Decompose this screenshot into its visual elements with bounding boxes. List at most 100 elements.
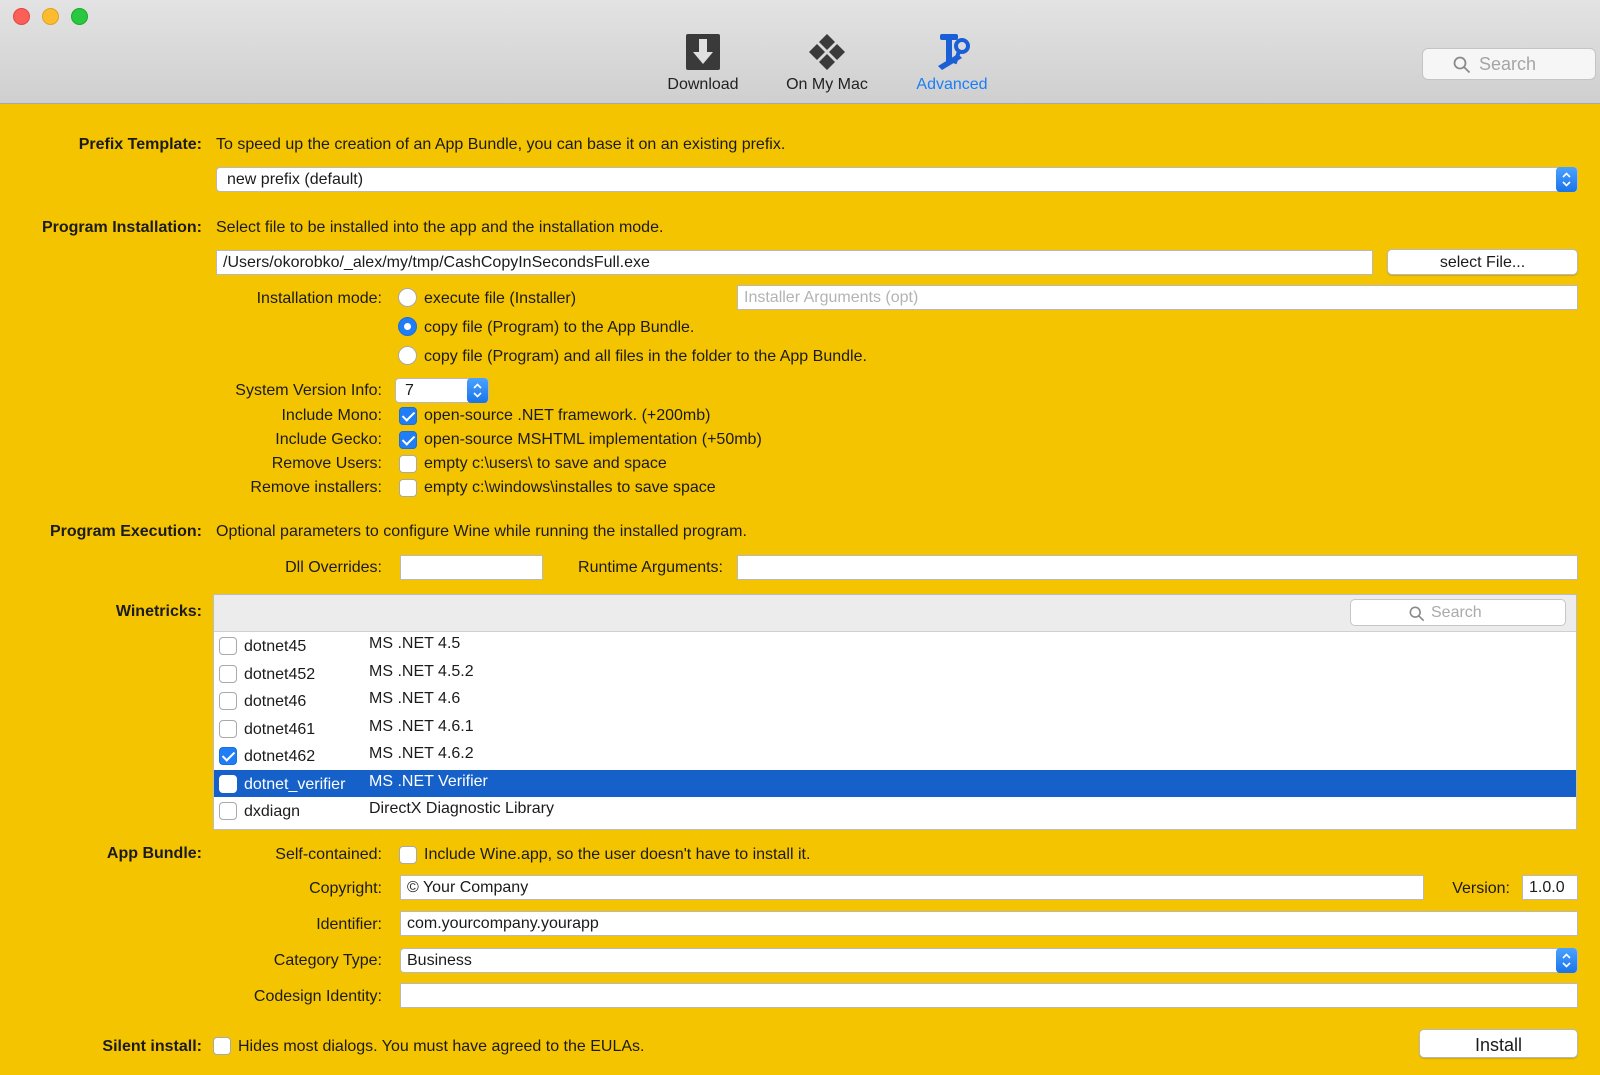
toolbar-advanced-label: Advanced — [916, 76, 988, 93]
toolbar-onmymac-button[interactable]: On My Mac — [782, 32, 872, 94]
winetricks-row[interactable]: dotnet462 MS .NET 4.6.2 — [214, 742, 1576, 770]
include-mono-text: open-source .NET framework. (+200mb) — [424, 407, 711, 424]
category-type-label: Category Type: — [273, 952, 382, 969]
include-gecko-checkbox[interactable] — [399, 431, 417, 449]
winetricks-row-description: MS .NET 4.6.2 — [369, 745, 474, 762]
system-version-label: System Version Info: — [235, 382, 382, 399]
winetricks-row-checkbox[interactable] — [219, 719, 237, 738]
winetricks-row-description: MS .NET 4.6 — [369, 690, 461, 707]
winetricks-row-description: MS .NET 4.5.2 — [369, 662, 474, 680]
identifier-label: Identifier: — [316, 916, 382, 933]
zoom-window-button[interactable] — [71, 8, 88, 25]
mode-execute-label: execute file (Installer) — [424, 290, 577, 307]
mode-radio-execute[interactable] — [398, 288, 417, 307]
select-file-button[interactable]: select File... — [1387, 249, 1578, 275]
identifier-field[interactable]: com.yourcompany.yourapp — [400, 911, 1578, 936]
mode-copy-folder-label: copy file (Program) and all files in the… — [424, 348, 867, 365]
system-version-value: 7 — [405, 382, 414, 399]
winetricks-label: Winetricks: — [115, 603, 202, 620]
remove-installers-label: Remove installers: — [250, 479, 382, 496]
remove-users-checkbox[interactable] — [399, 455, 417, 473]
winetricks-row-name: dotnet452 — [244, 665, 316, 683]
winetricks-row-checkbox[interactable] — [219, 637, 237, 655]
program-installation-description: Select file to be installed into the app… — [216, 219, 664, 236]
category-type-selected: Business — [407, 952, 472, 969]
winetricks-row-description: MS .NET Verifier — [369, 772, 488, 790]
program-installation-label: Program Installation: — [41, 219, 202, 236]
dll-overrides-label: Dll Overrides: — [285, 559, 382, 576]
self-contained-text: Include Wine.app, so the user doesn't ha… — [424, 846, 811, 863]
installer-arguments-field[interactable]: Installer Arguments (opt) — [737, 285, 1578, 310]
winetricks-row-name: dotnet45 — [244, 638, 307, 655]
close-window-button[interactable] — [13, 8, 30, 25]
self-contained-label: Self-contained: — [275, 846, 382, 863]
include-mono-checkbox[interactable] — [399, 407, 417, 425]
popup-arrows-icon — [467, 378, 488, 403]
winetricks-row[interactable]: dotnet461 MS .NET 4.6.1 — [214, 715, 1576, 743]
installation-mode-label: Installation mode: — [256, 290, 382, 307]
winetricks-row[interactable]: dotnet45 MS .NET 4.5 — [214, 632, 1576, 660]
install-file-path-field[interactable]: /Users/okorobko/_alex/my/tmp/CashCopyInS… — [216, 250, 1373, 275]
program-execution-label: Program Execution: — [49, 523, 202, 540]
mode-radio-copy-folder[interactable] — [398, 346, 417, 365]
system-version-popup[interactable]: 7 — [395, 378, 489, 403]
winetricks-row-selected[interactable]: dotnet_verifier MS .NET Verifier — [214, 769, 1576, 797]
app-bundle-label: App Bundle: — [106, 845, 202, 862]
toolbar-onmymac-label: On My Mac — [786, 76, 868, 93]
include-gecko-label: Include Gecko: — [275, 431, 382, 448]
silent-install-label: Silent install: — [102, 1038, 202, 1055]
winetricks-table: Search dotnet45 MS .NET 4.5 dotnet452 MS… — [213, 594, 1577, 830]
prefix-template-popup[interactable]: new prefix (default) — [216, 167, 1578, 192]
mode-radio-copy-program[interactable] — [398, 317, 417, 336]
download-icon — [686, 34, 720, 70]
category-type-popup[interactable]: Business — [400, 948, 1578, 973]
winetricks-row-name: dxdiagn — [244, 803, 301, 820]
remove-installers-checkbox[interactable] — [399, 479, 417, 497]
popup-arrows-icon — [1556, 167, 1577, 192]
silent-install-checkbox[interactable] — [213, 1037, 231, 1055]
self-contained-checkbox[interactable] — [399, 846, 417, 864]
copyright-field[interactable]: © Your Company — [400, 875, 1424, 900]
prefix-template-description: To speed up the creation of an App Bundl… — [216, 136, 786, 153]
search-icon — [1453, 56, 1471, 74]
install-button[interactable]: Install — [1419, 1029, 1578, 1058]
wine-diamond-icon — [809, 34, 845, 70]
mode-copy-program-label: copy file (Program) to the App Bundle. — [424, 319, 695, 336]
toolbar-advanced-button[interactable]: Advanced — [912, 32, 992, 94]
winetricks-row-description: MS .NET 4.6.1 — [369, 717, 474, 735]
winetricks-row[interactable]: dotnet46 MS .NET 4.6 — [214, 687, 1576, 715]
winetricks-table-header: Search — [214, 595, 1576, 632]
codesign-identity-label: Codesign Identity: — [253, 988, 382, 1005]
dll-overrides-field[interactable] — [400, 555, 543, 580]
runtime-arguments-label: Runtime Arguments: — [578, 559, 723, 576]
version-field[interactable]: 1.0.0 — [1522, 875, 1578, 900]
toolbar-search-field[interactable]: Search — [1422, 48, 1596, 80]
remove-installers-text: empty c:\windows\installes to save space — [424, 479, 716, 496]
winetricks-row-checkbox[interactable] — [219, 802, 237, 820]
winetricks-row[interactable]: dxdiagn DirectX Diagnostic Library — [214, 797, 1576, 825]
minimize-window-button[interactable] — [42, 8, 59, 25]
copyright-label: Copyright: — [309, 880, 382, 897]
include-gecko-text: open-source MSHTML implementation (+50mb… — [424, 431, 762, 448]
winetricks-row[interactable]: dotnet452 MS .NET 4.5.2 — [214, 660, 1576, 688]
silent-install-text: Hides most dialogs. You must have agreed… — [238, 1038, 645, 1055]
winetricks-row-checkbox[interactable] — [219, 774, 237, 793]
popup-arrows-icon — [1556, 948, 1577, 973]
runtime-arguments-field[interactable] — [737, 555, 1578, 580]
winetricks-row-checkbox[interactable] — [219, 664, 237, 683]
winetricks-search-placeholder: Search — [1431, 604, 1482, 621]
winetricks-row-name: dotnet462 — [244, 748, 316, 765]
winetricks-search-field[interactable]: Search — [1350, 599, 1566, 626]
winetricks-row-checkbox[interactable] — [219, 747, 237, 765]
toolbar-download-label: Download — [667, 76, 739, 93]
winetricks-row-name: dotnet46 — [244, 693, 307, 710]
winetricks-row-name: dotnet_verifier — [244, 775, 346, 793]
codesign-identity-field[interactable] — [400, 983, 1578, 1008]
winetricks-row-checkbox[interactable] — [219, 692, 237, 710]
prefix-template-label: Prefix Template: — [78, 136, 202, 153]
toolbar-download-button[interactable]: Download — [664, 32, 742, 94]
window-toolbar: Download On My Mac Advanced Search — [0, 0, 1600, 104]
version-label: Version: — [1452, 880, 1510, 897]
winetricks-row-name: dotnet461 — [244, 720, 316, 738]
prefix-template-selected: new prefix (default) — [227, 171, 364, 188]
